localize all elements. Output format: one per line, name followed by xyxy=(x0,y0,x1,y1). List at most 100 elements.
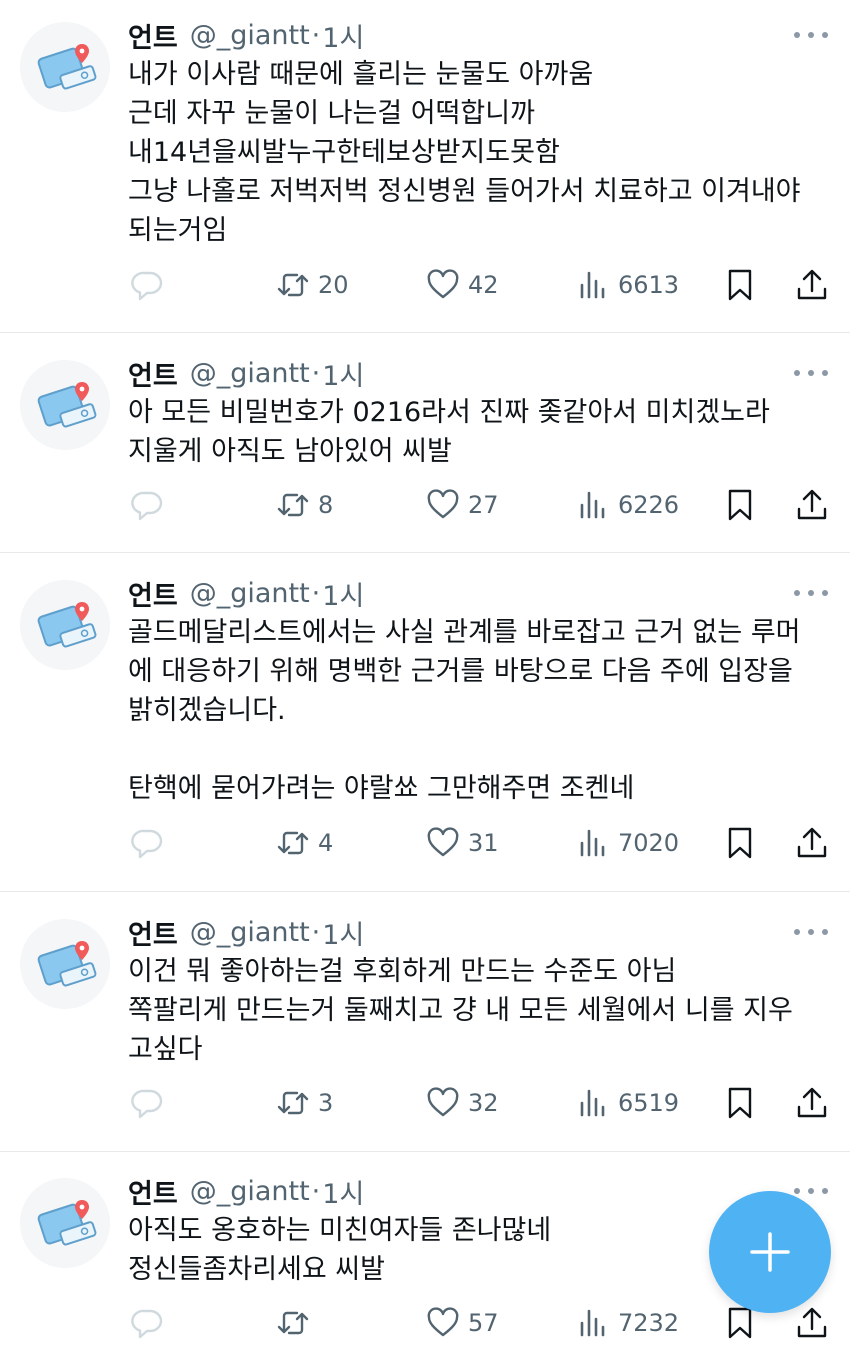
avatar[interactable] xyxy=(20,580,110,670)
retweet-button[interactable]: 8 xyxy=(276,485,333,525)
retweet-icon xyxy=(277,493,309,517)
share-button[interactable] xyxy=(795,1083,829,1123)
views-count: 6613 xyxy=(618,271,680,299)
retweet-button[interactable] xyxy=(276,1303,318,1343)
avatar[interactable] xyxy=(20,919,110,1009)
avatar-image xyxy=(20,580,110,670)
like-button[interactable]: 57 xyxy=(426,1303,499,1343)
display-name[interactable]: 언트 xyxy=(128,1172,178,1211)
views-button[interactable]: 6613 xyxy=(576,265,679,305)
more-icon[interactable] xyxy=(794,363,828,383)
reply-icon xyxy=(131,1089,163,1119)
reply-button[interactable] xyxy=(130,1083,164,1123)
retweet-button[interactable]: 3 xyxy=(276,1083,333,1123)
separator-dot: · xyxy=(311,1175,321,1207)
share-icon xyxy=(797,1087,827,1118)
views-button[interactable]: 6226 xyxy=(576,485,679,525)
like-button[interactable]: 31 xyxy=(426,823,499,863)
share-button[interactable] xyxy=(795,485,829,525)
compose-button[interactable] xyxy=(709,1191,831,1313)
share-icon xyxy=(797,489,827,520)
tweet-text: 이건 뭐 좋아하는걸 후회하게 만드는 수준도 아님 쪽팔리게 만드는거 둘째치… xyxy=(128,956,793,1065)
reply-button[interactable] xyxy=(130,1303,164,1343)
like-button[interactable]: 27 xyxy=(426,485,499,525)
views-button[interactable]: 7020 xyxy=(576,823,679,863)
user-handle[interactable]: @_giantt xyxy=(190,1176,310,1207)
timestamp[interactable]: 1시 xyxy=(322,574,364,613)
tweet-header: 언트 @_giantt · 1시 xyxy=(128,913,364,952)
views-icon xyxy=(580,1309,605,1337)
views-button[interactable]: 6519 xyxy=(576,1083,679,1123)
user-handle[interactable]: @_giantt xyxy=(190,917,310,948)
tweet[interactable]: 언트 @_giantt · 1시 아 모든 비밀번호가 0216라서 진짜 좆같아서 미… xyxy=(0,333,850,553)
user-handle[interactable]: @_giantt xyxy=(190,358,310,389)
avatar[interactable] xyxy=(20,1178,110,1268)
bookmark-icon xyxy=(728,1087,752,1119)
retweet-count: 8 xyxy=(318,491,334,519)
bookmark-icon xyxy=(728,827,752,859)
retweet-icon xyxy=(277,1091,309,1115)
like-button[interactable]: 42 xyxy=(426,265,499,305)
retweet-icon xyxy=(277,1311,309,1335)
more-icon[interactable] xyxy=(794,25,828,45)
action-bar: 8 27 6226 xyxy=(0,485,850,525)
avatar[interactable] xyxy=(20,22,110,112)
reply-icon xyxy=(131,829,163,859)
tweet-header: 언트 @_giantt · 1시 xyxy=(128,354,364,393)
display-name[interactable]: 언트 xyxy=(128,574,178,613)
heart-icon xyxy=(427,489,459,519)
display-name[interactable]: 언트 xyxy=(128,354,178,393)
separator-dot: · xyxy=(311,577,321,609)
bookmark-icon xyxy=(728,489,752,521)
like-count: 57 xyxy=(468,1309,499,1337)
avatar[interactable] xyxy=(20,360,110,450)
reply-button[interactable] xyxy=(130,823,164,863)
display-name[interactable]: 언트 xyxy=(128,913,178,952)
tweet[interactable]: 언트 @_giantt · 1시 내가 이사람 때문에 흘리는 눈물도 아까움 근데 자… xyxy=(0,0,850,333)
share-button[interactable] xyxy=(795,265,829,305)
like-count: 27 xyxy=(468,491,499,519)
like-button[interactable]: 32 xyxy=(426,1083,499,1123)
tweet-header: 언트 @_giantt · 1시 xyxy=(128,574,364,613)
bookmark-button[interactable] xyxy=(723,823,757,863)
action-bar: 3 32 6519 xyxy=(0,1083,850,1123)
user-handle[interactable]: @_giantt xyxy=(190,20,310,51)
like-count: 31 xyxy=(468,829,499,857)
views-button[interactable]: 7232 xyxy=(576,1303,679,1343)
bookmark-button[interactable] xyxy=(723,1083,757,1123)
bookmark-button[interactable] xyxy=(723,485,757,525)
more-icon[interactable] xyxy=(794,583,828,603)
timestamp[interactable]: 1시 xyxy=(322,1172,364,1211)
reply-button[interactable] xyxy=(130,485,164,525)
retweet-icon xyxy=(277,273,309,297)
share-icon xyxy=(797,269,827,300)
separator-dot: · xyxy=(311,19,321,51)
tweet-header: 언트 @_giantt · 1시 xyxy=(128,16,364,55)
tweet[interactable]: 언트 @_giantt · 1시 이건 뭐 좋아하는걸 후회하게 만드는 수준도 아님 … xyxy=(0,892,850,1152)
avatar-image xyxy=(20,360,110,450)
share-button[interactable] xyxy=(795,1303,829,1343)
avatar-image xyxy=(20,1178,110,1268)
tweet[interactable]: 언트 @_giantt · 1시골드메달리스트에서는 사실 관계를 바로잡고 근거 없… xyxy=(0,553,850,892)
timestamp[interactable]: 1시 xyxy=(322,354,364,393)
bookmark-button[interactable] xyxy=(723,265,757,305)
more-icon[interactable] xyxy=(794,922,828,942)
reply-button[interactable] xyxy=(130,265,164,305)
action-bar: 4 31 7020 xyxy=(0,823,850,863)
retweet-button[interactable]: 20 xyxy=(276,265,349,305)
bookmark-icon xyxy=(728,269,752,301)
display-name[interactable]: 언트 xyxy=(128,16,178,55)
retweet-button[interactable]: 4 xyxy=(276,823,333,863)
tweet-header: 언트 @_giantt · 1시 xyxy=(128,1172,364,1211)
timestamp[interactable]: 1시 xyxy=(322,913,364,952)
share-icon xyxy=(797,827,827,858)
tweet-text: 골드메달리스트에서는 사실 관계를 바로잡고 근거 없는 루머 에 대응하기 위… xyxy=(128,617,801,804)
timestamp[interactable]: 1시 xyxy=(322,16,364,55)
share-button[interactable] xyxy=(795,823,829,863)
tweet-text: 아 모든 비밀번호가 0216라서 진짜 좆같아서 미치겠노라 지울게 아직도 … xyxy=(128,397,770,467)
like-count: 32 xyxy=(468,1089,499,1117)
bookmark-icon xyxy=(728,1307,752,1339)
views-count: 7020 xyxy=(618,829,680,857)
share-icon xyxy=(797,1307,827,1338)
user-handle[interactable]: @_giantt xyxy=(190,578,310,609)
